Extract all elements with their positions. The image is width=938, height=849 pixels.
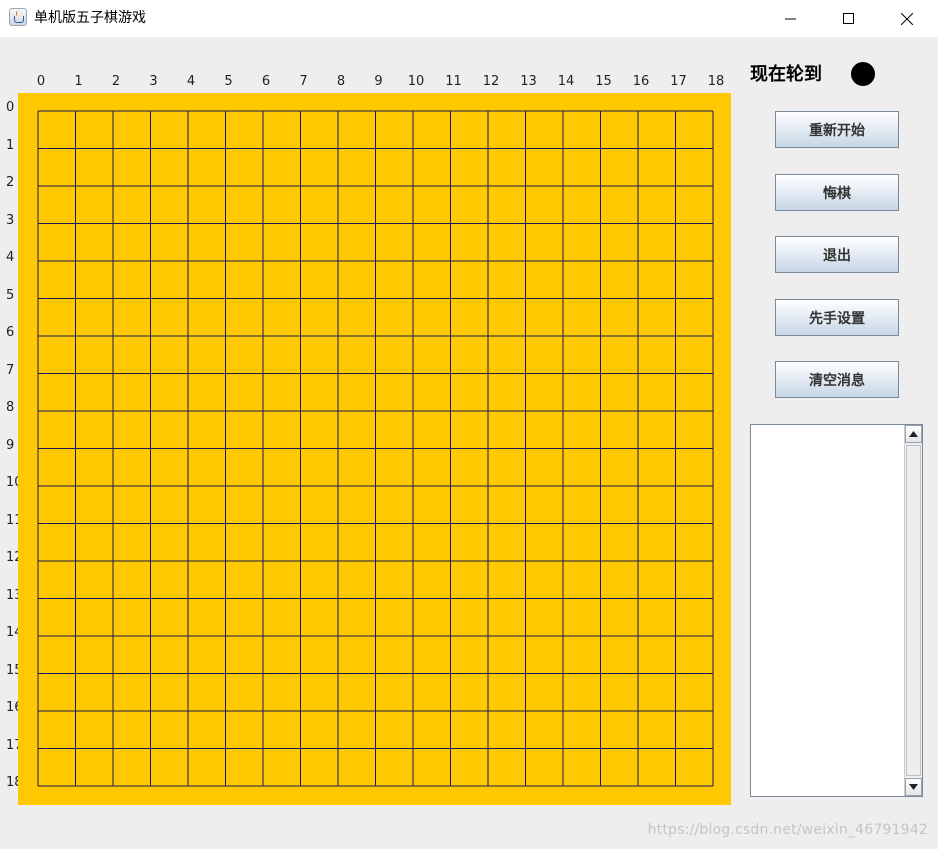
column-label: 11 — [445, 74, 462, 89]
scroll-up-button[interactable] — [905, 425, 922, 443]
column-label: 17 — [670, 74, 687, 89]
column-label: 4 — [186, 74, 196, 89]
column-label: 10 — [407, 74, 425, 89]
message-text-area[interactable] — [750, 424, 923, 797]
close-icon — [901, 12, 913, 25]
clear-messages-button[interactable]: 清空消息 — [775, 361, 899, 398]
watermark-text: https://blog.csdn.net/weixin_46791942 — [647, 822, 928, 838]
board-grid — [37, 110, 714, 787]
column-label: 7 — [299, 74, 308, 89]
column-label: 18 — [707, 74, 725, 89]
java-app-icon — [9, 8, 27, 26]
undo-button[interactable]: 悔棋 — [775, 174, 899, 211]
column-label: 1 — [74, 74, 83, 89]
column-label: 0 — [36, 74, 46, 89]
column-label: 2 — [111, 74, 121, 89]
column-label: 8 — [336, 74, 346, 89]
column-label: 14 — [557, 74, 575, 89]
scroll-down-button[interactable] — [905, 778, 922, 796]
scroll-track[interactable] — [906, 445, 921, 776]
column-label: 3 — [149, 74, 158, 89]
turn-label: 现在轮到 — [750, 64, 822, 85]
close-button[interactable] — [884, 0, 930, 37]
first-move-settings-button[interactable]: 先手设置 — [775, 299, 899, 336]
current-turn-stone — [851, 62, 875, 86]
title-bar: 单机版五子棋游戏 — [0, 0, 938, 37]
maximize-button[interactable] — [826, 0, 872, 37]
gomoku-board[interactable] — [18, 93, 731, 805]
column-label: 9 — [374, 74, 383, 89]
column-label: 16 — [632, 74, 650, 89]
column-label: 5 — [224, 74, 233, 89]
minimize-icon — [785, 18, 796, 19]
column-label: 15 — [595, 74, 612, 89]
column-label: 12 — [482, 74, 500, 89]
window-title: 单机版五子棋游戏 — [34, 10, 146, 26]
maximize-icon — [843, 12, 854, 24]
column-label: 6 — [261, 74, 271, 89]
restart-button[interactable]: 重新开始 — [775, 111, 899, 148]
minimize-button[interactable] — [768, 0, 814, 37]
vertical-scrollbar[interactable] — [904, 425, 922, 796]
arrow-up-icon — [909, 431, 918, 437]
column-label: 13 — [520, 74, 537, 89]
exit-button[interactable]: 退出 — [775, 236, 899, 273]
arrow-down-icon — [909, 784, 918, 790]
